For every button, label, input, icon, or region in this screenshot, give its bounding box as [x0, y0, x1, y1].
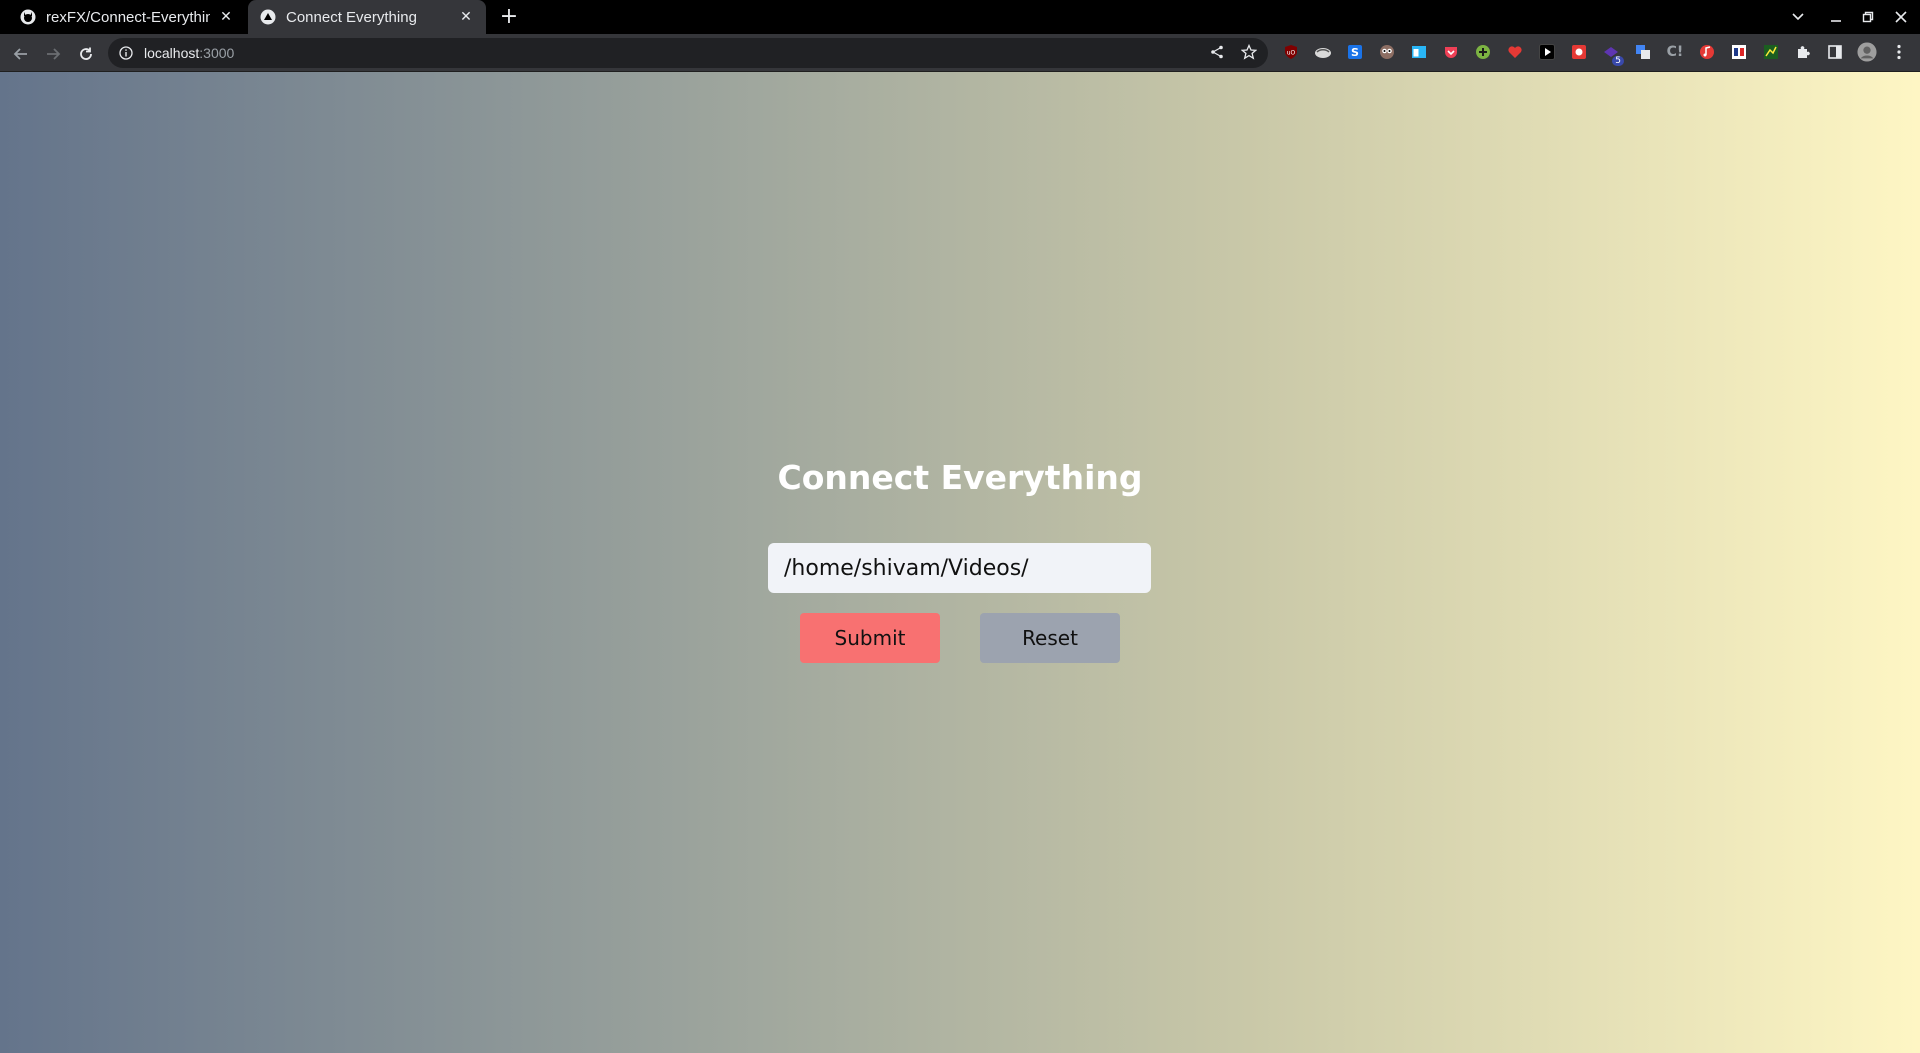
tab-strip: rexFX/Connect-Everything ✕ Connect Every…	[0, 0, 1920, 34]
tab-title: Connect Everything	[286, 8, 417, 26]
tab-connect-everything[interactable]: Connect Everything ✕	[248, 0, 486, 34]
address-bar[interactable]: localhost:3000	[108, 38, 1268, 68]
url-port: :3000	[199, 45, 235, 61]
menu-icon[interactable]	[1889, 42, 1909, 62]
submit-button[interactable]: Submit	[800, 613, 940, 663]
forward-button[interactable]	[39, 40, 67, 68]
graph-icon[interactable]	[1761, 42, 1781, 62]
page-title: Connect Everything	[777, 458, 1143, 497]
bug-icon[interactable]	[1569, 42, 1589, 62]
svg-text:uO: uO	[1287, 50, 1296, 57]
play-icon[interactable]	[1537, 42, 1557, 62]
puzzle-icon[interactable]	[1793, 42, 1813, 62]
page-viewport: Connect Everything Submit Reset	[0, 72, 1920, 1053]
tab-github[interactable]: rexFX/Connect-Everything ✕	[8, 0, 246, 34]
new-tab-button[interactable]: +	[496, 5, 522, 29]
close-window-icon[interactable]	[1885, 0, 1917, 34]
extension-s-icon[interactable]: S	[1345, 42, 1365, 62]
share-icon[interactable]	[1206, 41, 1228, 63]
music-icon[interactable]	[1697, 42, 1717, 62]
owl-icon[interactable]	[1377, 42, 1397, 62]
url-text: localhost:3000	[144, 45, 234, 61]
github-icon	[20, 9, 36, 25]
ci-icon[interactable]: C!	[1665, 42, 1685, 62]
translate-icon[interactable]	[1633, 42, 1653, 62]
back-arrow-icon	[13, 48, 27, 60]
app-triangle-icon	[260, 9, 276, 25]
svg-text:S: S	[1351, 46, 1359, 59]
minimize-icon[interactable]	[1820, 0, 1852, 34]
bookmark-star-icon[interactable]	[1238, 41, 1260, 63]
path-input[interactable]	[768, 543, 1151, 593]
close-tab-icon[interactable]: ✕	[216, 7, 236, 27]
forward-arrow-icon	[47, 48, 61, 60]
browser-toolbar: localhost:3000	[0, 34, 1920, 72]
ublock-icon[interactable]: uO	[1281, 42, 1301, 62]
sidepanel-icon[interactable]	[1825, 42, 1845, 62]
tab-title: rexFX/Connect-Everything	[46, 8, 210, 26]
profile-avatar[interactable]	[1857, 42, 1877, 62]
window-icon[interactable]	[1409, 42, 1429, 62]
restore-icon[interactable]	[1852, 0, 1884, 34]
tampermonkey-icon[interactable]	[1313, 42, 1333, 62]
reload-button[interactable]	[72, 40, 100, 68]
plus-circle-icon[interactable]	[1473, 42, 1493, 62]
heart-icon[interactable]	[1505, 42, 1525, 62]
reload-icon	[80, 47, 92, 60]
info-icon[interactable]	[118, 45, 134, 61]
extension-badge: 5	[1612, 56, 1624, 66]
pocket-icon[interactable]	[1441, 42, 1461, 62]
flag-icon[interactable]	[1729, 42, 1749, 62]
tab-search-icon[interactable]	[1782, 0, 1814, 34]
wallet-icon[interactable]: 5	[1601, 42, 1624, 66]
plus-icon: +	[499, 4, 519, 29]
url-host: localhost	[144, 45, 200, 61]
back-button[interactable]	[7, 40, 35, 68]
close-tab-icon[interactable]: ✕	[456, 7, 476, 27]
reset-button[interactable]: Reset	[980, 613, 1120, 663]
